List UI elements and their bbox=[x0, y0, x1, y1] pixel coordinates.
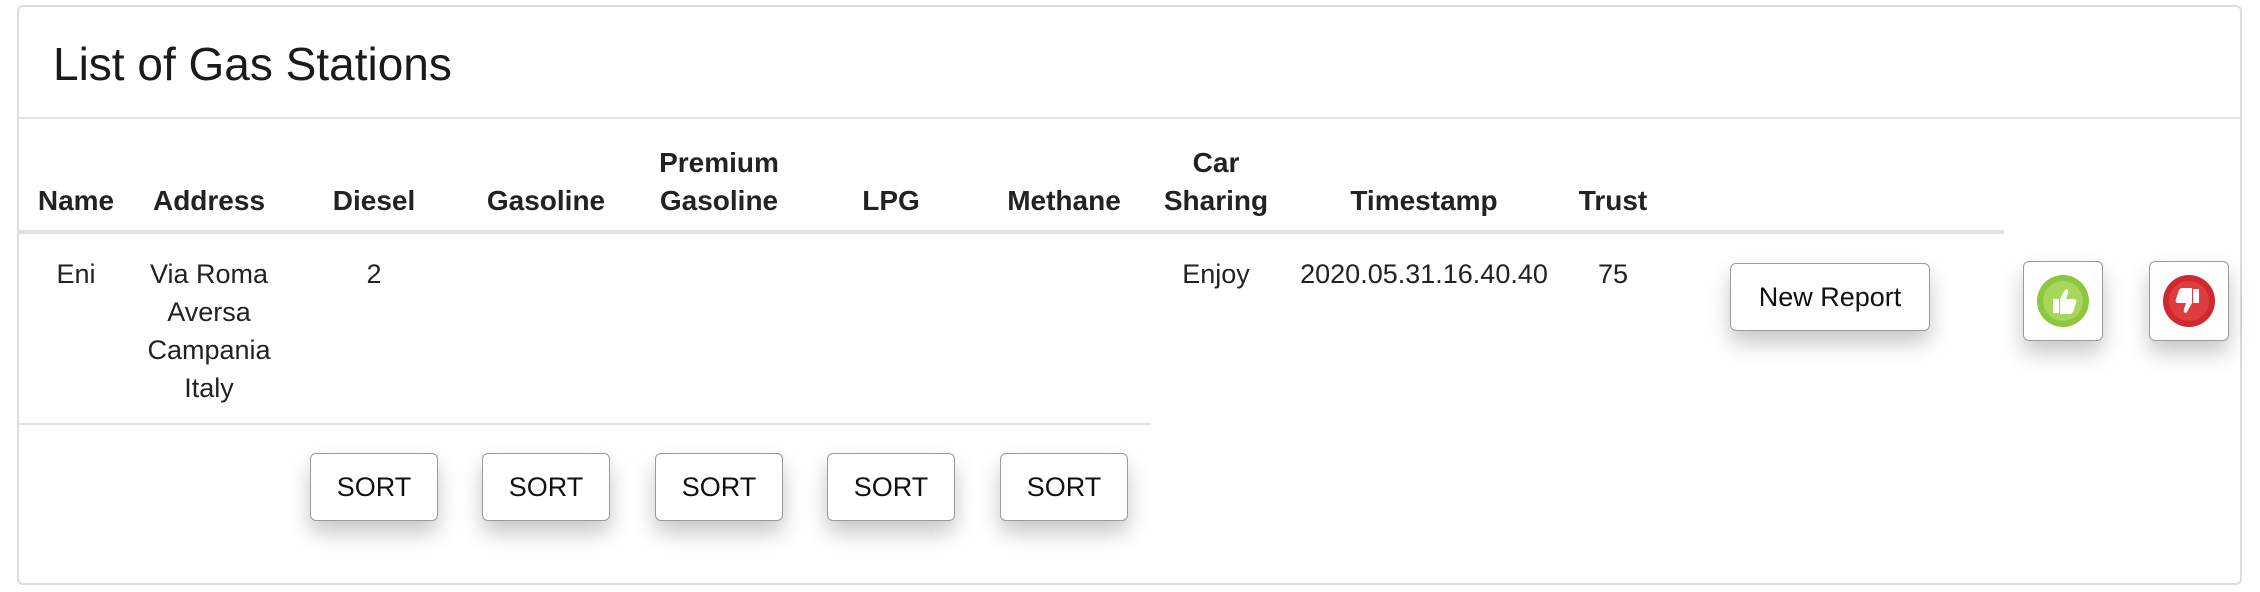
address-line: Italy bbox=[184, 373, 234, 403]
cell-name: Eni bbox=[56, 259, 96, 289]
cell-address: Via Roma Aversa Campania Italy bbox=[147, 255, 270, 407]
row-divider bbox=[19, 423, 1151, 425]
address-line: Via Roma bbox=[149, 259, 269, 289]
page-title: List of Gas Stations bbox=[53, 38, 452, 90]
col-header-gasoline: Gasoline bbox=[486, 185, 606, 216]
cell-trust: 75 bbox=[1597, 259, 1629, 289]
col-header-premium-gasoline: Premium Gasoline bbox=[659, 144, 779, 220]
col-header-name: Name bbox=[37, 185, 115, 216]
new-report-button[interactable]: New Report bbox=[1730, 263, 1930, 331]
col-header-address: Address bbox=[152, 185, 266, 216]
col-header-car-line2: Sharing bbox=[1163, 185, 1269, 216]
col-header-methane: Methane bbox=[1007, 185, 1121, 216]
sort-gasoline-button[interactable]: SORT bbox=[482, 453, 610, 521]
address-line: Campania bbox=[147, 335, 271, 365]
upvote-button[interactable] bbox=[2023, 261, 2103, 341]
header-divider bbox=[19, 230, 2004, 234]
col-header-lpg: LPG bbox=[862, 185, 920, 216]
sort-lpg-button[interactable]: SORT bbox=[827, 453, 955, 521]
sort-premium-gasoline-button[interactable]: SORT bbox=[655, 453, 783, 521]
cell-car-sharing: Enjoy bbox=[1182, 259, 1250, 289]
title-divider bbox=[19, 117, 2240, 119]
cell-diesel: 2 bbox=[366, 259, 382, 289]
col-header-car-sharing: Car Sharing bbox=[1164, 144, 1268, 220]
thumbs-up-icon bbox=[2037, 275, 2089, 327]
address-line: Aversa bbox=[167, 297, 251, 327]
sort-methane-button[interactable]: SORT bbox=[1000, 453, 1128, 521]
gas-stations-panel: List of Gas Stations Name Address Diesel… bbox=[17, 5, 2242, 585]
col-header-premium-line2: Gasoline bbox=[659, 185, 779, 216]
col-header-diesel: Diesel bbox=[332, 185, 416, 216]
downvote-button[interactable] bbox=[2149, 261, 2229, 341]
thumbs-down-icon bbox=[2163, 275, 2215, 327]
col-header-timestamp: Timestamp bbox=[1350, 185, 1498, 216]
col-header-trust: Trust bbox=[1578, 185, 1648, 216]
cell-timestamp: 2020.05.31.16.40.40 bbox=[1300, 259, 1548, 289]
sort-diesel-button[interactable]: SORT bbox=[310, 453, 438, 521]
col-header-car-line1: Car bbox=[1192, 147, 1240, 178]
col-header-premium-line1: Premium bbox=[659, 147, 779, 178]
